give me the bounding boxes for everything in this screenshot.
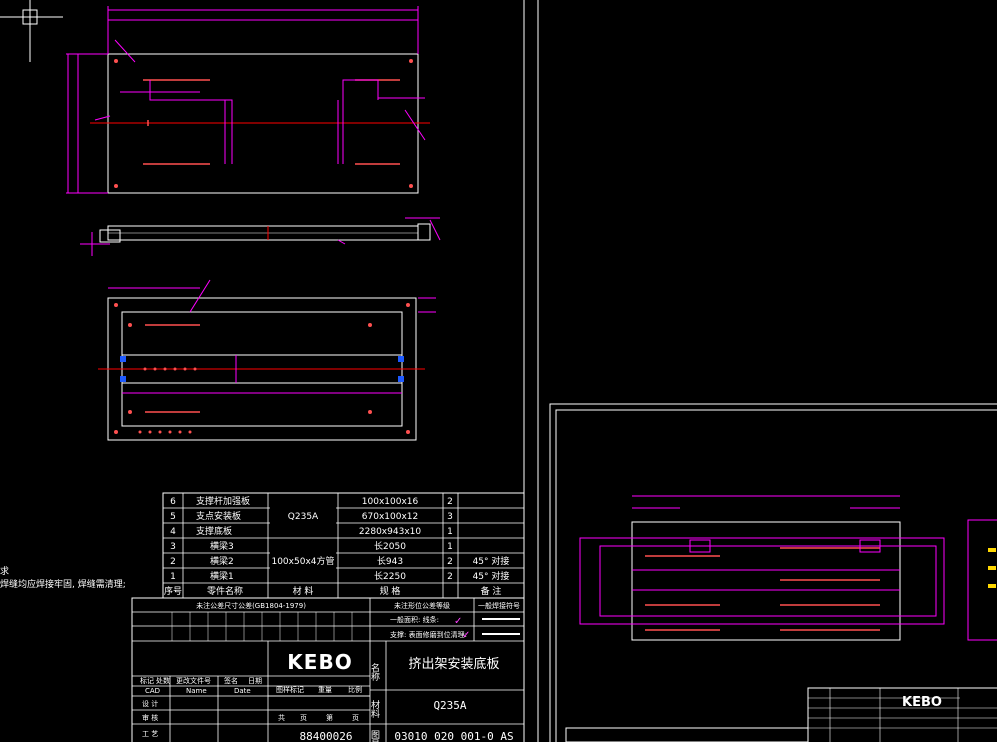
revision-label: 标记 [140, 676, 154, 685]
role-label: 审 核 [142, 713, 158, 722]
sheet-label: 页 [300, 714, 307, 722]
parts-row-qty: 1 [447, 542, 453, 552]
revision-label: 处数 [156, 676, 170, 685]
parts-row-qty: 2 [447, 572, 453, 582]
parts-row-spec: 670x100x12 [362, 512, 418, 522]
parts-row-spec: 100x100x16 [362, 497, 419, 507]
parts-row-qty: 2 [447, 497, 453, 507]
right-sheet-title-block: KEBO [565, 687, 997, 742]
name-label: 名称 [369, 662, 380, 682]
check-mark-icon: ✓ [462, 630, 470, 641]
parts-header-name: 零件名称 [207, 585, 243, 597]
drawing-name: 挤出架安装底板 [408, 656, 499, 672]
parts-row-no: 5 [170, 512, 176, 522]
parts-row-no: 3 [170, 542, 176, 552]
tolerance-title: 未注公差尺寸公差(GB1804-1979) [196, 601, 306, 610]
parts-row-name: 横梁3 [210, 540, 234, 552]
part-code: 88400026 [300, 730, 353, 742]
parts-header-no: 序号 [164, 585, 182, 597]
parts-row-spec: 2280x943x10 [359, 527, 421, 537]
role-label: 设 计 [142, 699, 158, 708]
parts-row-name: 支点安装板 [196, 510, 241, 522]
parts-row-no: 2 [170, 557, 176, 567]
parts-row-qty: 3 [447, 512, 453, 522]
side-view [80, 217, 441, 256]
drawing-no-label: 图号 [369, 730, 380, 742]
parts-row-spec: 长2050 [374, 540, 406, 552]
parts-header-material: 材 料 [293, 585, 314, 597]
parts-row-name: 横梁1 [210, 570, 234, 582]
note-line: 求 [0, 565, 9, 577]
weld-title: 一般焊接符号 [478, 601, 520, 610]
material-label: 材料 [369, 699, 380, 719]
sheet-label: 页 [352, 714, 359, 722]
parts-list-table: 6 支撑杆加强板 100x100x16 2 5 支点安装板 Q235A 670x… [162, 492, 525, 599]
roughness-title: 未注形位公差等级 [394, 601, 450, 610]
material-value: Q235A [433, 699, 466, 712]
parts-row-no: 1 [170, 572, 176, 582]
parts-row-qty: 1 [447, 527, 453, 537]
parts-row-qty: 2 [447, 557, 453, 567]
parts-row-no: 4 [170, 527, 176, 537]
frame-view [98, 279, 436, 441]
cad-label: Date [234, 687, 251, 695]
weld-note-2: 支撑: 表面修磨到位清理: [390, 630, 467, 639]
stage-label: 图样标记 [276, 685, 304, 694]
parts-row-material: 100x50x4方管 [271, 555, 334, 567]
parts-header-spec: 规 格 [380, 585, 401, 597]
parts-row-name: 支撑底板 [196, 525, 232, 537]
weld-note-1: 一般面积: 线条: [390, 615, 439, 624]
parts-row-remark: 45° 对接 [473, 555, 510, 567]
parts-row-spec: 长2250 [374, 570, 406, 582]
parts-row-spec: 长943 [377, 555, 403, 567]
stage-label: 重量 [318, 686, 332, 694]
parts-row-material: Q235A [288, 512, 319, 522]
parts-header-remark: 备 注 [481, 585, 502, 597]
revision-label: 签名 [224, 676, 238, 685]
sheet-label: 共 [278, 713, 285, 722]
drawing-number: 03010 020 001-0 AS [394, 730, 513, 742]
check-mark-icon: ✓ [454, 616, 462, 627]
parts-row-name: 横梁2 [210, 555, 234, 567]
cad-label: Name [186, 687, 207, 695]
top-view [66, 6, 430, 194]
title-block: 未注公差尺寸公差(GB1804-1979) 未注形位公差等级 一般焊接符号 一般… [131, 597, 525, 742]
role-label: 工 艺 [142, 730, 158, 738]
revision-label: 更改文件号 [176, 676, 211, 685]
stage-label: 比例 [348, 685, 362, 694]
crosshair-cursor-icon [0, 0, 63, 62]
parts-row-no: 6 [170, 497, 176, 507]
sheet-label: 第 [326, 713, 333, 722]
company-logo: KEBO [287, 650, 352, 674]
parts-row-remark: 45° 对接 [473, 570, 510, 582]
technical-notes: 求 焊缝均应焊接牢固, 焊缝需清理; [0, 565, 126, 590]
sheet-borders [523, 0, 997, 742]
revision-label: 日期 [248, 677, 262, 685]
cad-label: CAD [145, 687, 160, 695]
parts-row-name: 支撑杆加强板 [196, 495, 250, 507]
mini-logo: KEBO [902, 695, 942, 710]
right-sheet-plan-view [579, 495, 997, 641]
cad-drawing-canvas[interactable]: KEBO 6 支撑杆加强板 100x100x16 2 5 支点安装板 Q235A… [0, 0, 997, 742]
note-line: 焊缝均应焊接牢固, 焊缝需清理; [0, 578, 126, 590]
